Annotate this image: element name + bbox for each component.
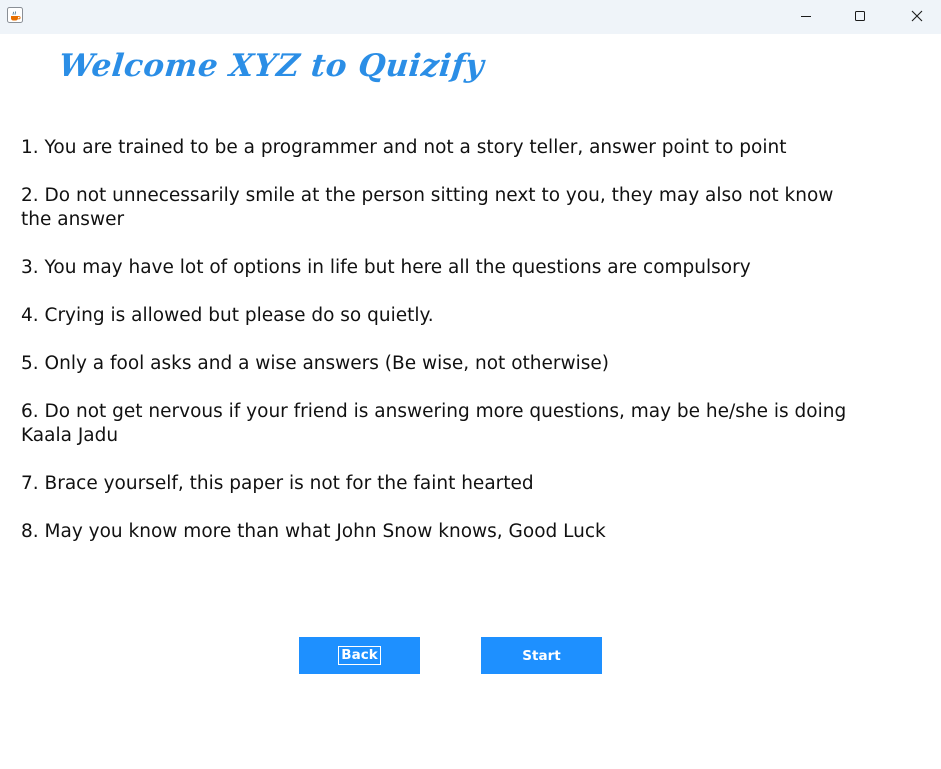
start-button-label: Start: [522, 647, 561, 664]
rule-item: 7. Brace yourself, this paper is not for…: [21, 473, 534, 494]
rules-window: Welcome XYZ to Quizify 1. You are traine…: [0, 0, 941, 769]
maximize-button[interactable]: [837, 0, 883, 32]
minimize-icon: [800, 10, 812, 22]
rule-item: 5. Only a fool asks and a wise answers (…: [21, 353, 609, 374]
back-button[interactable]: Back: [299, 637, 420, 674]
rule-item: 8. May you know more than what John Snow…: [21, 521, 606, 542]
rule-item: 4. Crying is allowed but please do so qu…: [21, 305, 434, 326]
start-button[interactable]: Start: [481, 637, 602, 674]
close-button[interactable]: [894, 0, 940, 32]
back-button-label: Back: [338, 646, 381, 665]
java-cup-icon: [7, 7, 23, 23]
rule-item: 1. You are trained to be a programmer an…: [21, 137, 787, 158]
rule-item: 2. Do not unnecessarily smile at the per…: [21, 185, 834, 230]
welcome-heading: Welcome XYZ to Quizify: [57, 48, 486, 84]
rule-item: 3. You may have lot of options in life b…: [21, 257, 751, 278]
rules-list: 1. You are trained to be a programmer an…: [21, 136, 851, 568]
rule-item: 6. Do not get nervous if your friend is …: [21, 401, 847, 446]
close-icon: [911, 10, 923, 22]
title-bar[interactable]: [0, 0, 941, 34]
maximize-icon: [854, 10, 866, 22]
minimize-button[interactable]: [783, 0, 829, 32]
